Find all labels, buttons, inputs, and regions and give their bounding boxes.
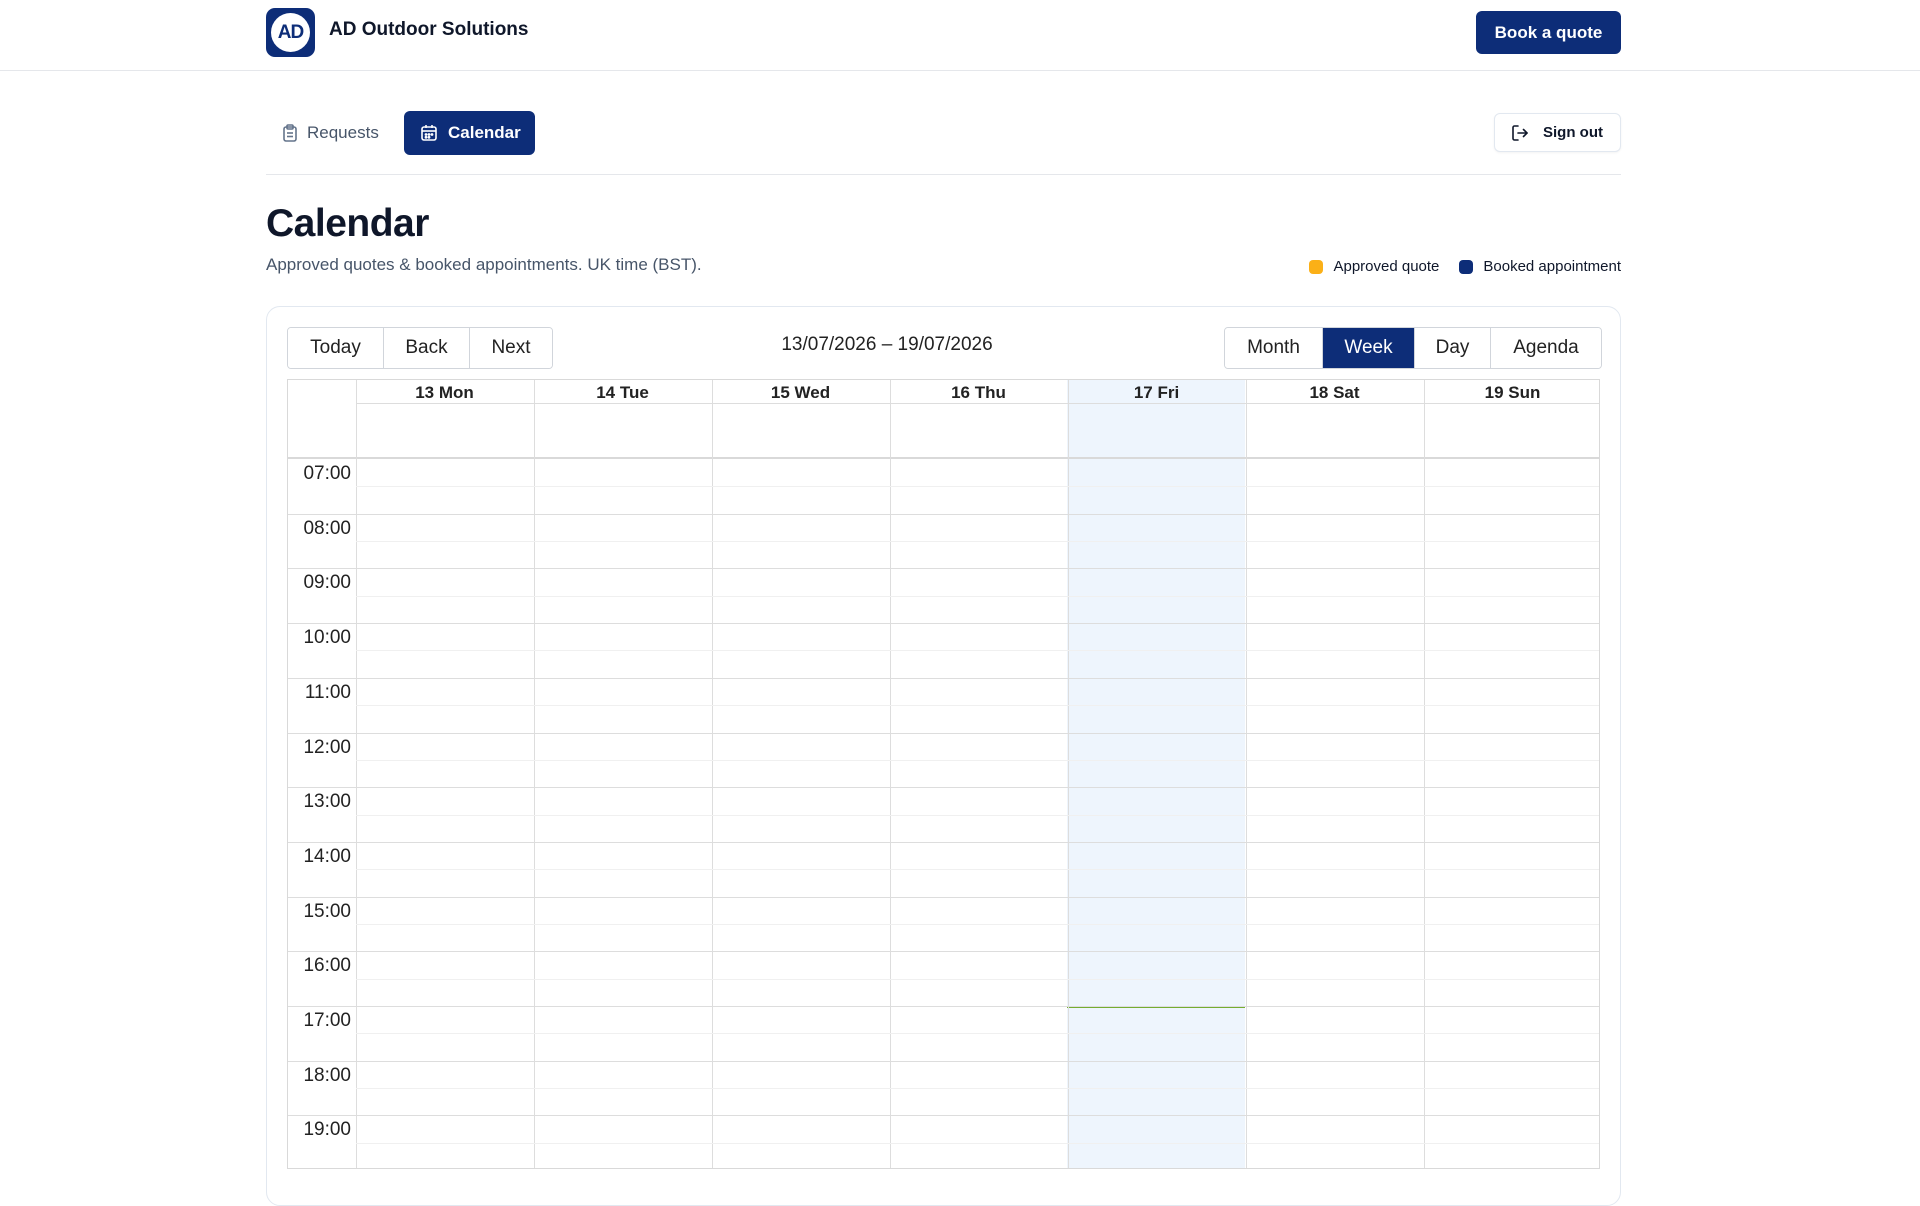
- time-slot-label: 16:00: [303, 955, 351, 976]
- date-range-label: 13/07/2026 – 19/07/2026: [781, 334, 993, 355]
- time-slot-label: 12:00: [303, 737, 351, 758]
- day-header[interactable]: 13 Mon: [356, 380, 533, 403]
- half-hour-line: [356, 869, 1599, 870]
- time-slot-label: 14:00: [303, 846, 351, 867]
- time-slot-label: 17:00: [303, 1010, 351, 1031]
- day-column-line: [712, 380, 713, 1168]
- nav-tab-requests[interactable]: Requests: [266, 113, 392, 153]
- next-button[interactable]: Next: [470, 328, 552, 368]
- half-hour-line: [356, 1088, 1599, 1089]
- day-column-line: [1424, 380, 1425, 1168]
- hour-line: [288, 1061, 1599, 1062]
- view-agenda-button[interactable]: Agenda: [1491, 328, 1601, 368]
- book-quote-button[interactable]: Book a quote: [1476, 11, 1621, 54]
- view-day-button[interactable]: Day: [1415, 328, 1491, 368]
- brand-name: AD Outdoor Solutions: [329, 19, 529, 40]
- half-hour-line: [356, 1143, 1599, 1144]
- page-subtitle: Approved quotes & booked appointments. U…: [266, 255, 702, 274]
- view-week-button[interactable]: Week: [1323, 328, 1415, 368]
- time-slot-label: 11:00: [304, 682, 351, 703]
- nav-tab-requests-label: Requests: [307, 123, 379, 142]
- nav-tab-calendar[interactable]: Calendar: [404, 111, 535, 155]
- today-column-highlight: [1067, 380, 1245, 1168]
- header-divider: [356, 403, 1599, 404]
- legend-swatch-booked: [1459, 259, 1474, 274]
- time-slot-label: 18:00: [303, 1065, 351, 1086]
- half-hour-line: [356, 705, 1599, 706]
- day-column-line: [1246, 380, 1247, 1168]
- day-header[interactable]: 17 Fri: [1068, 380, 1245, 403]
- half-hour-line: [356, 596, 1599, 597]
- half-hour-line: [356, 650, 1599, 651]
- hour-line: [288, 951, 1599, 952]
- hour-line: [288, 1006, 1599, 1007]
- calendar-nav-buttons: Today Back Next: [287, 327, 553, 369]
- week-grid: 13 Mon 14 Tue 15 Wed 16 Thu 17 Fri 18 Sat 19 S…: [287, 379, 1600, 1169]
- time-slot-label: 09:00: [303, 572, 351, 593]
- half-hour-line: [356, 760, 1599, 761]
- legend-label: Booked appointment: [1483, 258, 1621, 275]
- time-slot-label: 15:00: [303, 901, 351, 922]
- day-column-line: [890, 380, 891, 1168]
- calendar-icon: [421, 125, 437, 141]
- brand-logo[interactable]: AD: [266, 8, 315, 57]
- today-button[interactable]: Today: [288, 328, 384, 368]
- day-header[interactable]: 19 Sun: [1424, 380, 1599, 403]
- half-hour-line: [356, 815, 1599, 816]
- legend-label: Approved quote: [1333, 258, 1440, 275]
- half-hour-line: [356, 541, 1599, 542]
- logo-text: AD: [277, 21, 304, 43]
- legend-approved-quote: Approved quote: [1309, 258, 1439, 275]
- time-slot-label: 08:00: [303, 518, 351, 539]
- hour-line: [288, 842, 1599, 843]
- nav-tab-calendar-label: Calendar: [448, 123, 521, 142]
- time-slot-label: 19:00: [303, 1119, 351, 1140]
- legend-booked-appointment: Booked appointment: [1459, 258, 1621, 275]
- time-slot-label: 07:00: [303, 463, 351, 484]
- hour-line: [288, 787, 1599, 788]
- all-day-divider: [288, 457, 1599, 459]
- back-button[interactable]: Back: [384, 328, 470, 368]
- sign-out-icon: [1512, 124, 1528, 141]
- hour-line: [288, 623, 1599, 624]
- time-slot-label: 13:00: [303, 791, 351, 812]
- sign-out-label: Sign out: [1543, 124, 1603, 141]
- day-header[interactable]: 15 Wed: [712, 380, 889, 403]
- page-title: Calendar: [266, 202, 429, 245]
- half-hour-line: [356, 924, 1599, 925]
- hour-line: [288, 897, 1599, 898]
- view-switcher: Month Week Day Agenda: [1224, 327, 1602, 369]
- time-slot-label: 10:00: [303, 627, 351, 648]
- day-column-line: [1068, 380, 1069, 1168]
- half-hour-line: [356, 1033, 1599, 1034]
- legend-swatch-approved: [1309, 259, 1324, 274]
- day-header[interactable]: 16 Thu: [890, 380, 1067, 403]
- half-hour-line: [356, 486, 1599, 487]
- nav-divider: [266, 174, 1621, 175]
- hour-line: [288, 733, 1599, 734]
- half-hour-line: [356, 979, 1599, 980]
- day-column-line: [534, 380, 535, 1168]
- day-header[interactable]: 14 Tue: [534, 380, 711, 403]
- calendar-legend: Approved quote Booked appointment: [1309, 258, 1621, 275]
- day-column-line: [356, 380, 357, 1168]
- clipboard-icon: [283, 124, 297, 142]
- sign-out-button[interactable]: Sign out: [1494, 113, 1621, 152]
- hour-line: [288, 514, 1599, 515]
- hour-line: [288, 568, 1599, 569]
- view-month-button[interactable]: Month: [1225, 328, 1323, 368]
- top-bar: AD AD Outdoor Solutions Book a quote: [0, 0, 1920, 71]
- day-header[interactable]: 18 Sat: [1246, 380, 1423, 403]
- hour-line: [288, 678, 1599, 679]
- hour-line: [288, 1115, 1599, 1116]
